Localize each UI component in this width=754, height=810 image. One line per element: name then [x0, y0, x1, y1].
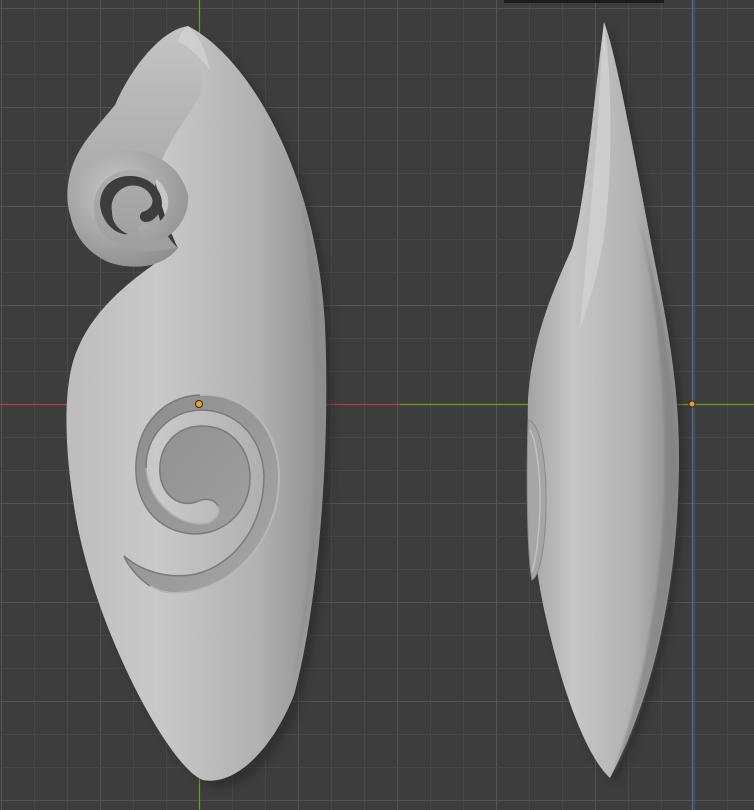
side-object-origin-marker[interactable]	[688, 400, 696, 408]
header-bar-fragment	[504, 0, 664, 3]
viewport-canvas[interactable]	[0, 0, 754, 810]
object-origin-marker[interactable]	[195, 400, 203, 408]
3d-viewport[interactable]	[0, 0, 754, 810]
